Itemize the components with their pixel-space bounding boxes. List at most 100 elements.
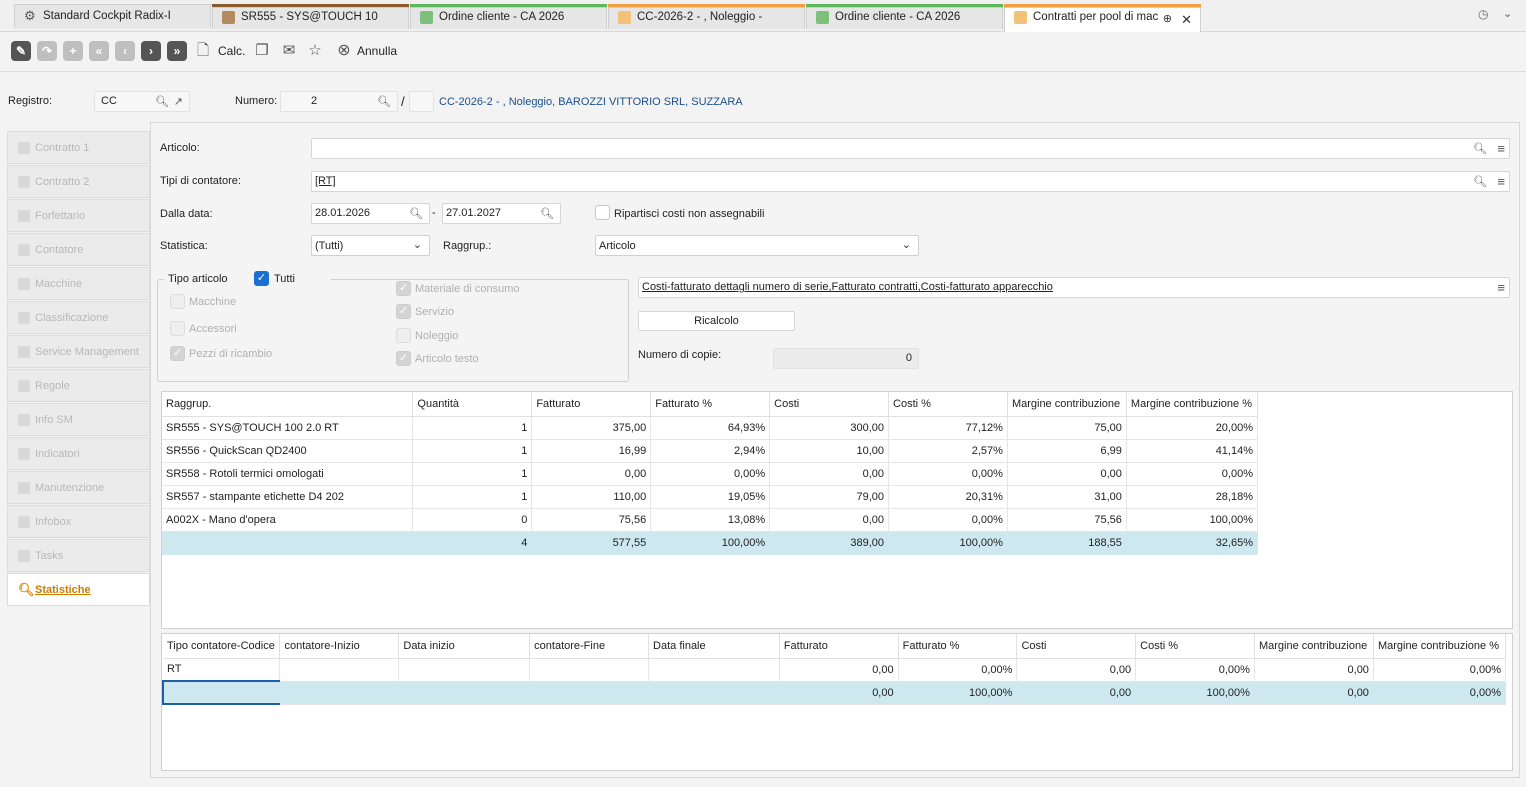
open-link-icon[interactable]: ↗ xyxy=(174,95,183,108)
item-icon xyxy=(222,11,235,24)
copy-icon[interactable]: ❐ xyxy=(252,41,272,61)
column-header[interactable]: Raggrup. xyxy=(162,392,414,417)
column-header[interactable]: Costi % xyxy=(888,392,1008,417)
nav-contatore[interactable]: Contatore xyxy=(7,233,150,266)
first-record-icon[interactable]: « xyxy=(89,41,109,61)
nav-regole[interactable]: Regole xyxy=(7,369,150,402)
table-row[interactable]: RT 0,00 0,00% 0,00 0,00% 0,00 0,00% xyxy=(163,658,1507,682)
accessori-checkbox[interactable] xyxy=(170,321,185,336)
nav-macchine[interactable]: Macchine xyxy=(7,267,150,300)
forward-icon[interactable]: ↷ xyxy=(37,41,57,61)
macchine-checkbox[interactable] xyxy=(170,294,185,309)
nav-manutenzione[interactable]: Manutenzione xyxy=(7,471,150,504)
menu-icon[interactable]: ≡ xyxy=(1497,280,1505,295)
nav-info-sm[interactable]: Info SM xyxy=(7,403,150,436)
date-from-input[interactable]: 28.01.2026 🔍︎ xyxy=(311,203,430,224)
search-icon[interactable]: 🔍︎ xyxy=(1473,175,1487,188)
nav-service-management[interactable]: Service Management xyxy=(7,335,150,368)
column-header[interactable]: Fatturato % xyxy=(650,392,771,417)
column-header[interactable]: contatore-Inizio xyxy=(279,634,400,659)
statistica-select[interactable]: (Tutti) ⌄ xyxy=(311,235,430,256)
nav-indicatori[interactable]: Indicatori xyxy=(7,437,150,470)
total-row[interactable]: 4 577,55 100,00% 389,00 100,00% 188,55 3… xyxy=(162,531,1259,555)
column-header[interactable]: Margine contribuzione % xyxy=(1126,392,1259,417)
history-icon[interactable]: ◷ xyxy=(1478,7,1488,21)
tipi-contatore-input[interactable]: [RT] 🔍︎ ≡ xyxy=(311,171,1510,192)
calendar-search-icon[interactable]: 🔍︎ xyxy=(540,207,554,220)
column-header[interactable]: Margine contribuzione xyxy=(1007,392,1127,417)
menu-icon[interactable]: ≡ xyxy=(1497,141,1505,156)
menu-icon[interactable]: ≡ xyxy=(1497,174,1505,189)
pezzi-checkbox[interactable]: ✓ xyxy=(170,346,185,361)
calc-document-icon[interactable]: 🗋 xyxy=(193,41,213,61)
column-header[interactable]: Fatturato % xyxy=(898,634,1018,659)
noleggio-checkbox[interactable] xyxy=(396,328,411,343)
date-to-input[interactable]: 27.01.2027 🔍︎ xyxy=(442,203,561,224)
tab-contract[interactable]: CC-2026-2 - , Noleggio - xyxy=(608,7,805,29)
cancel-button[interactable]: Annulla xyxy=(357,44,397,58)
calc-button[interactable]: Calc. xyxy=(218,44,245,58)
search-icon[interactable]: 🔍︎ xyxy=(377,95,391,108)
last-record-icon[interactable]: » xyxy=(167,41,187,61)
tutti-checkbox[interactable]: ✓ xyxy=(254,271,269,286)
column-header[interactable]: Costi xyxy=(769,392,890,417)
mail-icon[interactable]: ✉ xyxy=(279,41,299,61)
search-icon[interactable]: 🔍︎ xyxy=(155,95,169,108)
table-row[interactable]: A002X - Mano d'opera 0 75,56 13,08% 0,00… xyxy=(162,508,1259,532)
nav-forfettario[interactable]: Forfettario xyxy=(7,199,150,232)
column-header[interactable]: Margine contribuzione % xyxy=(1373,634,1507,659)
search-icon[interactable]: 🔍︎ xyxy=(1473,142,1487,155)
ripartisci-checkbox[interactable] xyxy=(595,205,610,220)
star-icon[interactable]: ☆ xyxy=(305,41,325,61)
costs-sources-field[interactable]: Costi-fatturato dettagli numero di serie… xyxy=(638,277,1510,298)
total-row[interactable]: 0,00 100,00% 0,00 100,00% 0,00 0,00% xyxy=(162,680,1507,705)
tab-ordine-cliente-1[interactable]: Ordine cliente - CA 2026 xyxy=(410,7,607,29)
table-row[interactable]: SR557 - stampante etichette D4 202 1 110… xyxy=(162,485,1259,509)
calendar-search-icon[interactable]: 🔍︎ xyxy=(409,207,423,220)
column-header[interactable]: Costi xyxy=(1016,634,1137,659)
focused-cell[interactable] xyxy=(162,680,281,705)
previous-record-icon[interactable]: ‹ xyxy=(115,41,135,61)
registro-value: CC xyxy=(101,95,117,107)
next-record-icon[interactable]: › xyxy=(141,41,161,61)
column-header[interactable]: Data finale xyxy=(648,634,780,659)
articolo-input[interactable]: 🔍︎ ≡ xyxy=(311,138,1510,159)
column-header[interactable]: Costi % xyxy=(1135,634,1255,659)
nav-classificazione[interactable]: Classificazione xyxy=(7,301,150,334)
registro-field[interactable]: CC 🔍︎ ↗ xyxy=(94,91,190,112)
raggrup-select[interactable]: Articolo ⌄ xyxy=(595,235,919,256)
column-header[interactable]: Data inizio xyxy=(398,634,531,659)
nav-tasks[interactable]: Tasks xyxy=(7,539,150,572)
table-row[interactable]: SR558 - Rotoli termici omologati 1 0,00 … xyxy=(162,462,1259,486)
ricalcolo-button[interactable]: Ricalcolo xyxy=(638,311,795,331)
tab-ordine-cliente-2[interactable]: Ordine cliente - CA 2026 xyxy=(806,7,1003,29)
table-row[interactable]: SR556 - QuickScan QD2400 1 16,99 2,94% 1… xyxy=(162,439,1259,463)
chevron-down-icon[interactable]: ⌄ xyxy=(1503,7,1512,20)
tab-contratti-pool[interactable]: Contratti per pool di mac ⊕ ✕ xyxy=(1004,7,1201,32)
cancel-icon[interactable]: ⊗ xyxy=(334,41,354,61)
column-header[interactable]: Quantità xyxy=(412,392,533,417)
column-header[interactable]: Fatturato xyxy=(531,392,652,417)
tab-cockpit[interactable]: ⚙ Standard Cockpit Radix-I xyxy=(14,4,211,28)
column-header[interactable]: contatore-Fine xyxy=(529,634,650,659)
wrench-icon[interactable]: ✎ xyxy=(11,41,31,61)
pin-icon[interactable]: ⊕ xyxy=(1163,12,1172,25)
column-header[interactable]: Fatturato xyxy=(779,634,899,659)
table-row[interactable]: SR555 - SYS@TOUCH 100 2.0 RT 1 375,00 64… xyxy=(162,416,1259,440)
numero-suffix-field[interactable] xyxy=(409,91,434,112)
articolo-testo-checkbox[interactable]: ✓ xyxy=(396,351,411,366)
close-icon[interactable]: ✕ xyxy=(1181,12,1192,28)
servizio-checkbox[interactable]: ✓ xyxy=(396,304,411,319)
nav-contratto-1[interactable]: Contratto 1 xyxy=(7,131,150,164)
nav-infobox[interactable]: Infobox xyxy=(7,505,150,538)
numero-field[interactable]: 2 🔍︎ xyxy=(280,91,398,112)
add-icon[interactable]: + xyxy=(63,41,83,61)
nav-label: Contratto 1 xyxy=(35,142,90,154)
materiale-checkbox[interactable]: ✓ xyxy=(396,281,411,296)
tab-sr555[interactable]: SR555 - SYS@TOUCH 10 xyxy=(212,7,409,29)
nav-statistiche[interactable]: 🔍︎ Statistiche xyxy=(7,573,150,606)
contract-link[interactable]: CC-2026-2 - , Noleggio, BAROZZI VITTORIO… xyxy=(439,96,743,108)
column-header[interactable]: Tipo contatore-Codice xyxy=(163,634,281,659)
column-header[interactable]: Margine contribuzione xyxy=(1254,634,1374,659)
nav-contratto-2[interactable]: Contratto 2 xyxy=(7,165,150,198)
